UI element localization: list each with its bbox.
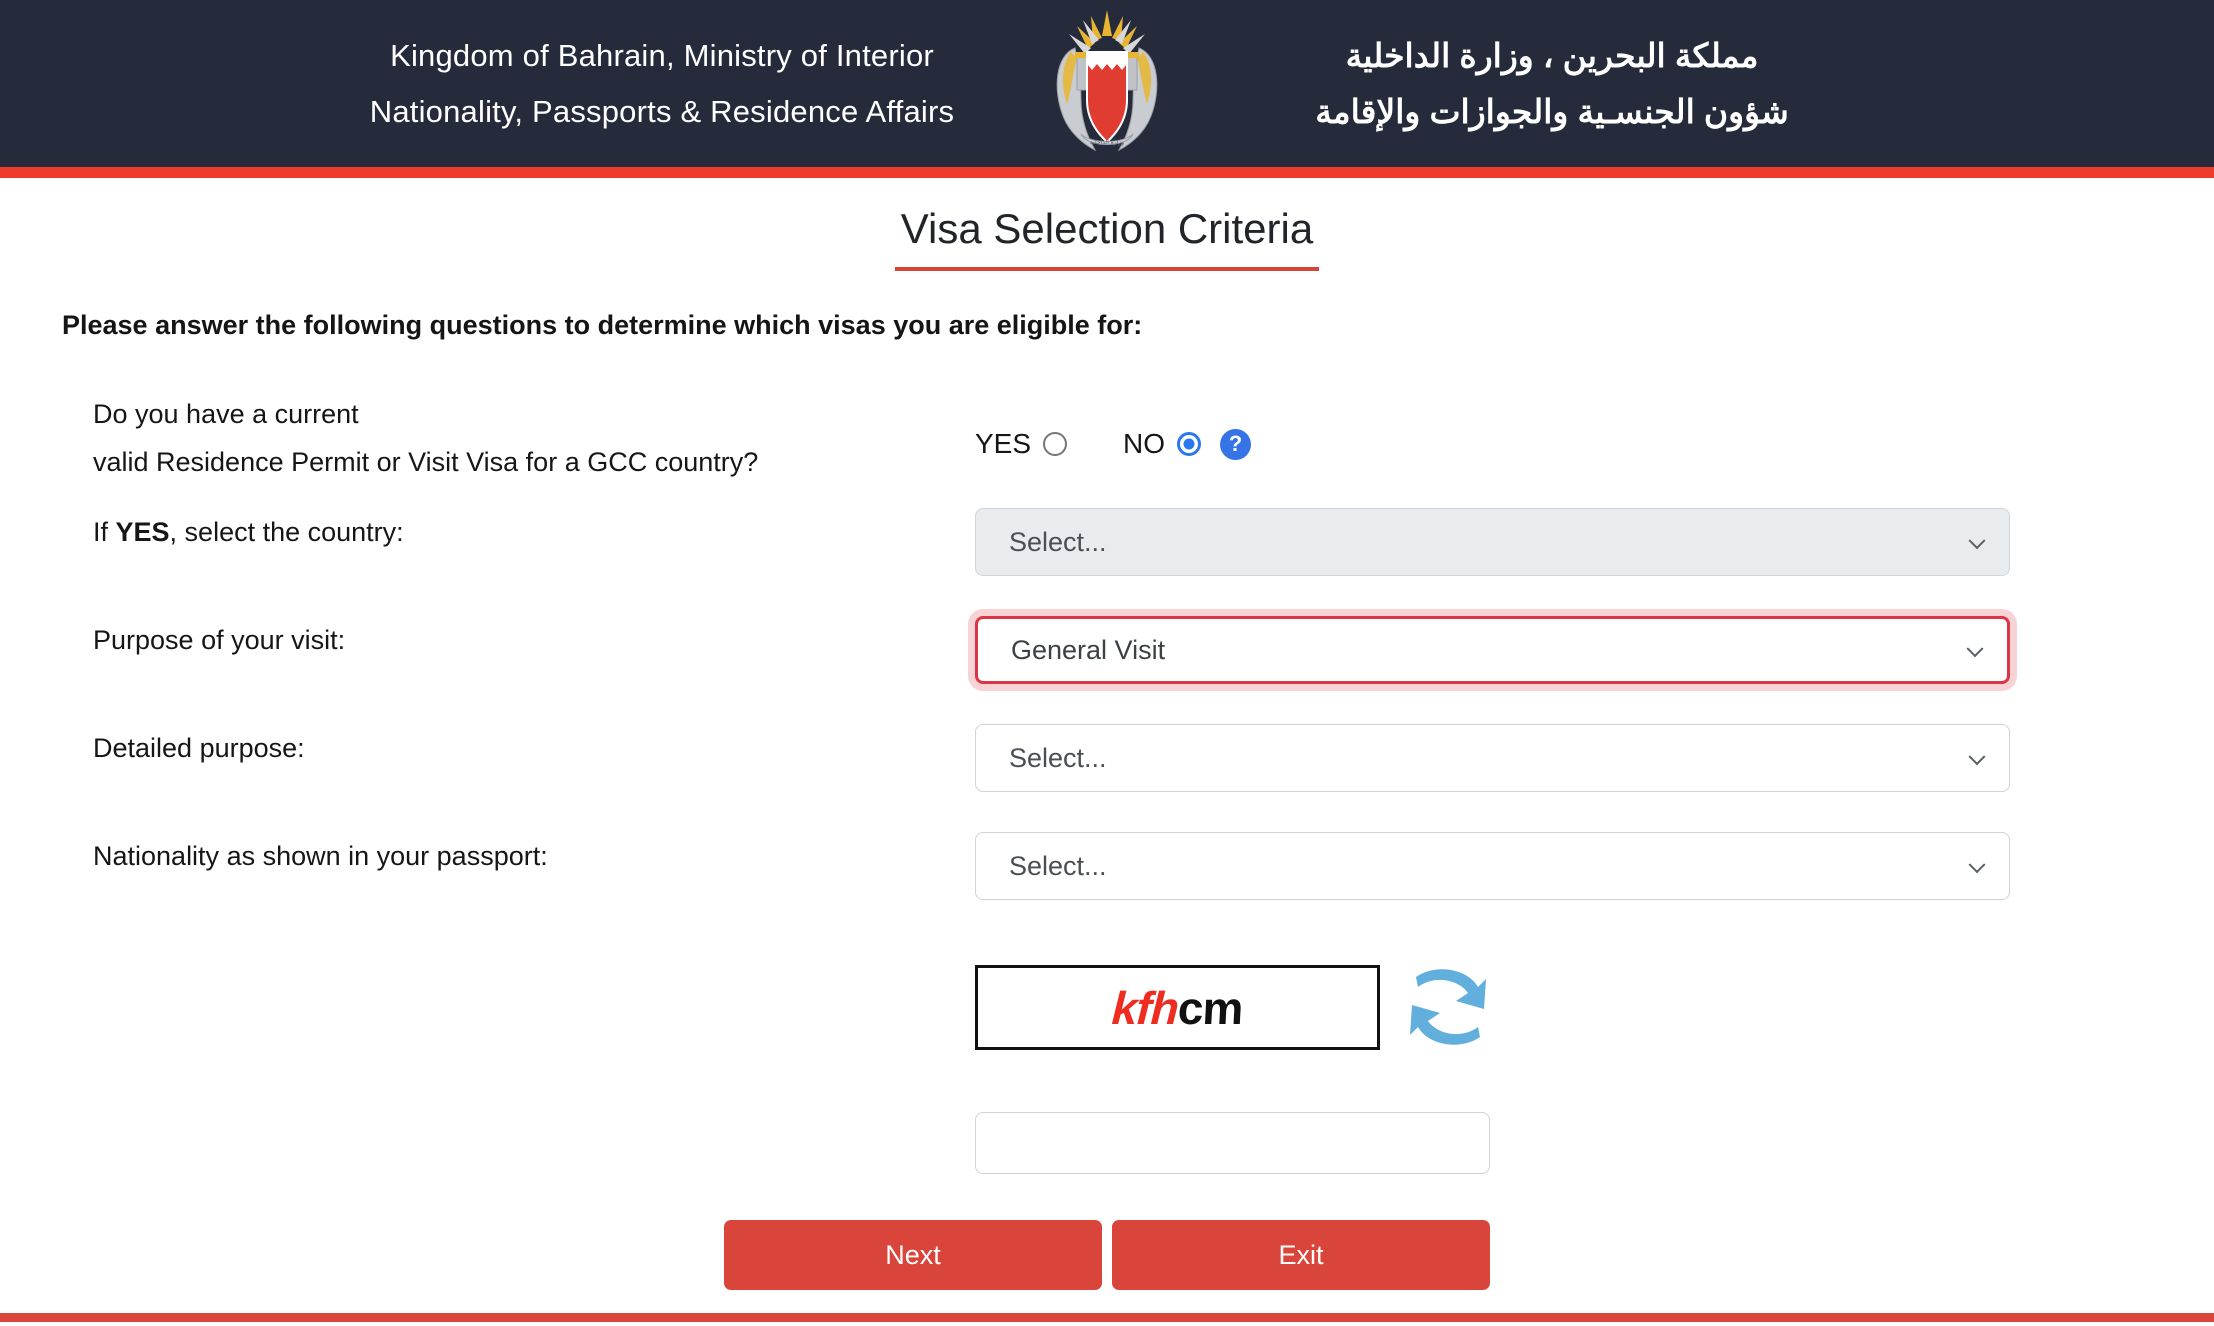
detailed-purpose-select-value: Select...: [1009, 742, 1107, 773]
chevron-down-icon: [1968, 856, 1986, 874]
gcc-question-line1: Do you have a current: [93, 399, 359, 429]
header-english-line1: Kingdom of Bahrain, Ministry of Interior: [390, 37, 934, 73]
purpose-label: Purpose of your visit:: [93, 625, 346, 655]
gcc-radio-yes[interactable]: YES: [975, 428, 1068, 460]
next-button[interactable]: Next: [724, 1220, 1102, 1290]
help-icon[interactable]: ?: [1220, 428, 1252, 460]
form-row-gcc-question: Do you have a current valid Residence Pe…: [0, 390, 2214, 508]
form-row-nationality: Nationality as shown in your passport: S…: [0, 832, 2214, 940]
nationality-field: Select...: [975, 832, 2035, 900]
footer-accent-rule: [0, 1313, 2214, 1322]
country-label-strong: YES: [115, 517, 170, 547]
country-label: If YES, select the country:: [0, 508, 975, 556]
refresh-icon[interactable]: [1406, 961, 1490, 1058]
form-row-country: If YES, select the country: Select...: [0, 508, 2214, 616]
gcc-radio-no[interactable]: NO: [1123, 428, 1202, 460]
header-english-title: Kingdom of Bahrain, Ministry of Interior…: [287, 28, 1047, 140]
page-title-container: Visa Selection Criteria: [0, 205, 2214, 271]
header-arabic-line1: مملكة البحرين ، وزارة الداخلية: [1345, 36, 1759, 74]
site-header: Kingdom of Bahrain, Ministry of Interior…: [0, 0, 2214, 167]
bahrain-coat-of-arms-icon: وزارة الداخلية: [1047, 8, 1167, 160]
action-buttons: Next Exit: [0, 1220, 2214, 1290]
chevron-down-icon: [1966, 640, 1984, 658]
gcc-question-field: YES NO ?: [975, 390, 2035, 468]
header-english-line2: Nationality, Passports & Residence Affai…: [369, 93, 955, 129]
chevron-down-icon: [1968, 748, 1986, 766]
gcc-radio-yes-control[interactable]: [1043, 432, 1068, 456]
intro-text: Please answer the following questions to…: [62, 310, 1143, 340]
exit-button[interactable]: Exit: [1112, 1220, 1490, 1290]
captcha-input[interactable]: [975, 1112, 1490, 1174]
gcc-radio-no-label: NO: [1123, 428, 1166, 459]
country-label-suffix: , select the country:: [169, 517, 404, 547]
nationality-label: Nationality as shown in your passport:: [93, 841, 548, 871]
detailed-purpose-label: Detailed purpose:: [93, 733, 305, 763]
country-select-value: Select...: [1009, 526, 1107, 557]
captcha-text: kfhcm: [1111, 981, 1244, 1035]
captcha-text-red: kfh: [1110, 981, 1180, 1034]
detailed-purpose-field: Select...: [975, 724, 2035, 792]
page-title: Visa Selection Criteria: [894, 205, 1320, 271]
header-accent-rule: [0, 167, 2214, 178]
purpose-select[interactable]: General Visit: [975, 616, 2010, 684]
purpose-select-value: General Visit: [1011, 634, 1166, 665]
detailed-purpose-select[interactable]: Select...: [975, 724, 2010, 792]
nationality-select[interactable]: Select...: [975, 832, 2010, 900]
purpose-field: General Visit: [975, 616, 2035, 684]
form-row-detailed-purpose: Detailed purpose: Select...: [0, 724, 2214, 832]
captcha-text-black: cm: [1176, 981, 1245, 1034]
captcha-row: kfhcm: [975, 965, 1490, 1058]
gcc-radio-group: YES NO ?: [975, 420, 2035, 468]
gcc-question-label: Do you have a current valid Residence Pe…: [0, 390, 975, 486]
captcha-image: kfhcm: [975, 965, 1380, 1050]
gcc-radio-no-control[interactable]: [1177, 432, 1202, 456]
header-arabic-line2: شؤون الجنسـية والجوازات والإقامة: [1315, 92, 1789, 130]
header-arabic-title: مملكة البحرين ، وزارة الداخلية شؤون الجن…: [1167, 28, 1927, 140]
country-field: Select...: [975, 508, 2035, 576]
form-row-purpose: Purpose of your visit: General Visit: [0, 616, 2214, 724]
country-select[interactable]: Select...: [975, 508, 2010, 576]
country-label-prefix: If: [93, 517, 116, 547]
nationality-select-value: Select...: [1009, 850, 1107, 881]
gcc-question-line2: valid Residence Permit or Visit Visa for…: [93, 447, 759, 477]
visa-criteria-form: Do you have a current valid Residence Pe…: [0, 390, 2214, 940]
gcc-radio-yes-label: YES: [975, 428, 1032, 459]
svg-text:وزارة الداخلية: وزارة الداخلية: [1090, 139, 1124, 146]
chevron-down-icon: [1968, 532, 1986, 550]
